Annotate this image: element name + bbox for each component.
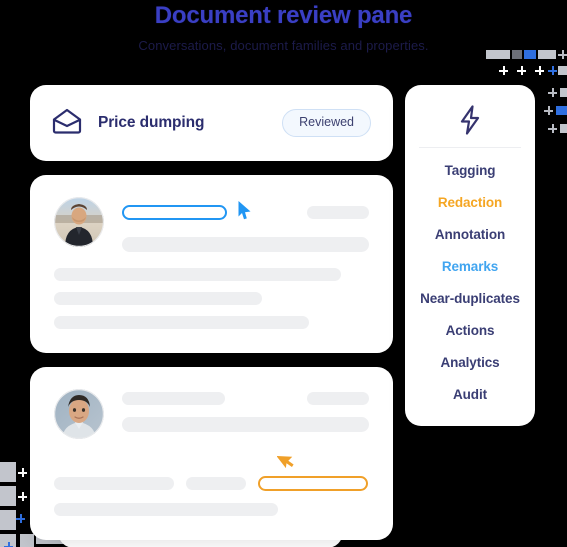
deco-square [560, 124, 567, 133]
deco-square [0, 510, 16, 530]
deco-cross [558, 50, 567, 59]
tools-sidebar: Tagging Redaction Annotation Remarks Nea… [405, 85, 535, 426]
skeleton-bar [122, 392, 225, 405]
deco-cross [535, 66, 544, 75]
deco-cross [18, 468, 27, 477]
sidebar-item-remarks[interactable]: Remarks [405, 250, 535, 282]
avatar [54, 197, 104, 247]
skeleton-row [54, 476, 369, 491]
skeleton-bar [54, 316, 310, 329]
skeleton-bar [122, 237, 369, 252]
skeleton-bar [54, 477, 174, 490]
sidebar-item-tagging[interactable]: Tagging [405, 154, 535, 186]
skeleton-group [54, 268, 369, 329]
open-envelope-icon [52, 108, 82, 139]
page-header: Document review pane Conversations, docu… [0, 0, 567, 54]
avatar [54, 389, 104, 439]
sidebar-item-actions[interactable]: Actions [405, 314, 535, 346]
message-card[interactable] [30, 175, 393, 353]
lightning-bolt-icon [405, 99, 535, 147]
deco-cross [499, 66, 508, 75]
orange-arrow-cursor [276, 449, 297, 474]
card-column: Price dumping Reviewed [30, 85, 393, 547]
skeleton-bar [54, 292, 262, 305]
highlighted-field-orange[interactable] [258, 476, 368, 491]
deco-square [556, 106, 567, 115]
deco-cross [548, 88, 557, 97]
page-title: Document review pane [154, 2, 413, 29]
deco-square [486, 50, 510, 59]
deco-cross [517, 66, 526, 75]
message-card[interactable] [30, 367, 393, 540]
highlighted-field-blue[interactable] [122, 205, 227, 220]
skeleton-bar [186, 477, 246, 490]
sidebar-item-audit[interactable]: Audit [405, 378, 535, 410]
status-badge[interactable]: Reviewed [282, 109, 371, 137]
deco-cross [16, 514, 29, 527]
deco-square [560, 88, 567, 97]
skeleton-bar [122, 417, 369, 432]
screenshot-root: Document review pane Conversations, docu… [0, 0, 567, 547]
sidebar-divider [419, 147, 521, 148]
deco-cross [548, 124, 557, 133]
deco-square [538, 50, 556, 59]
deco-cross [548, 66, 557, 75]
cursor-row [54, 449, 369, 474]
deco-square [512, 50, 522, 59]
subject-title: Price dumping [98, 114, 205, 131]
deco-square [0, 462, 16, 482]
page-subtitle: Conversations, document families and pro… [138, 38, 429, 53]
skeleton-chip [307, 206, 369, 219]
sidebar-item-near-duplicates[interactable]: Near-duplicates [405, 282, 535, 314]
skeleton-bar [54, 503, 278, 516]
sidebar-item-analytics[interactable]: Analytics [405, 346, 535, 378]
deco-square [524, 50, 536, 59]
deco-square [0, 486, 16, 506]
deco-cross [544, 106, 553, 115]
skeleton-bar [54, 268, 341, 281]
deco-cross [18, 492, 27, 501]
deco-square [558, 66, 567, 75]
sidebar-item-annotation[interactable]: Annotation [405, 218, 535, 250]
skeleton-chip [307, 392, 369, 405]
blue-arrow-cursor [237, 200, 253, 225]
subject-card[interactable]: Price dumping Reviewed [30, 85, 393, 161]
sidebar-item-redaction[interactable]: Redaction [405, 186, 535, 218]
deco-cross [4, 542, 13, 547]
